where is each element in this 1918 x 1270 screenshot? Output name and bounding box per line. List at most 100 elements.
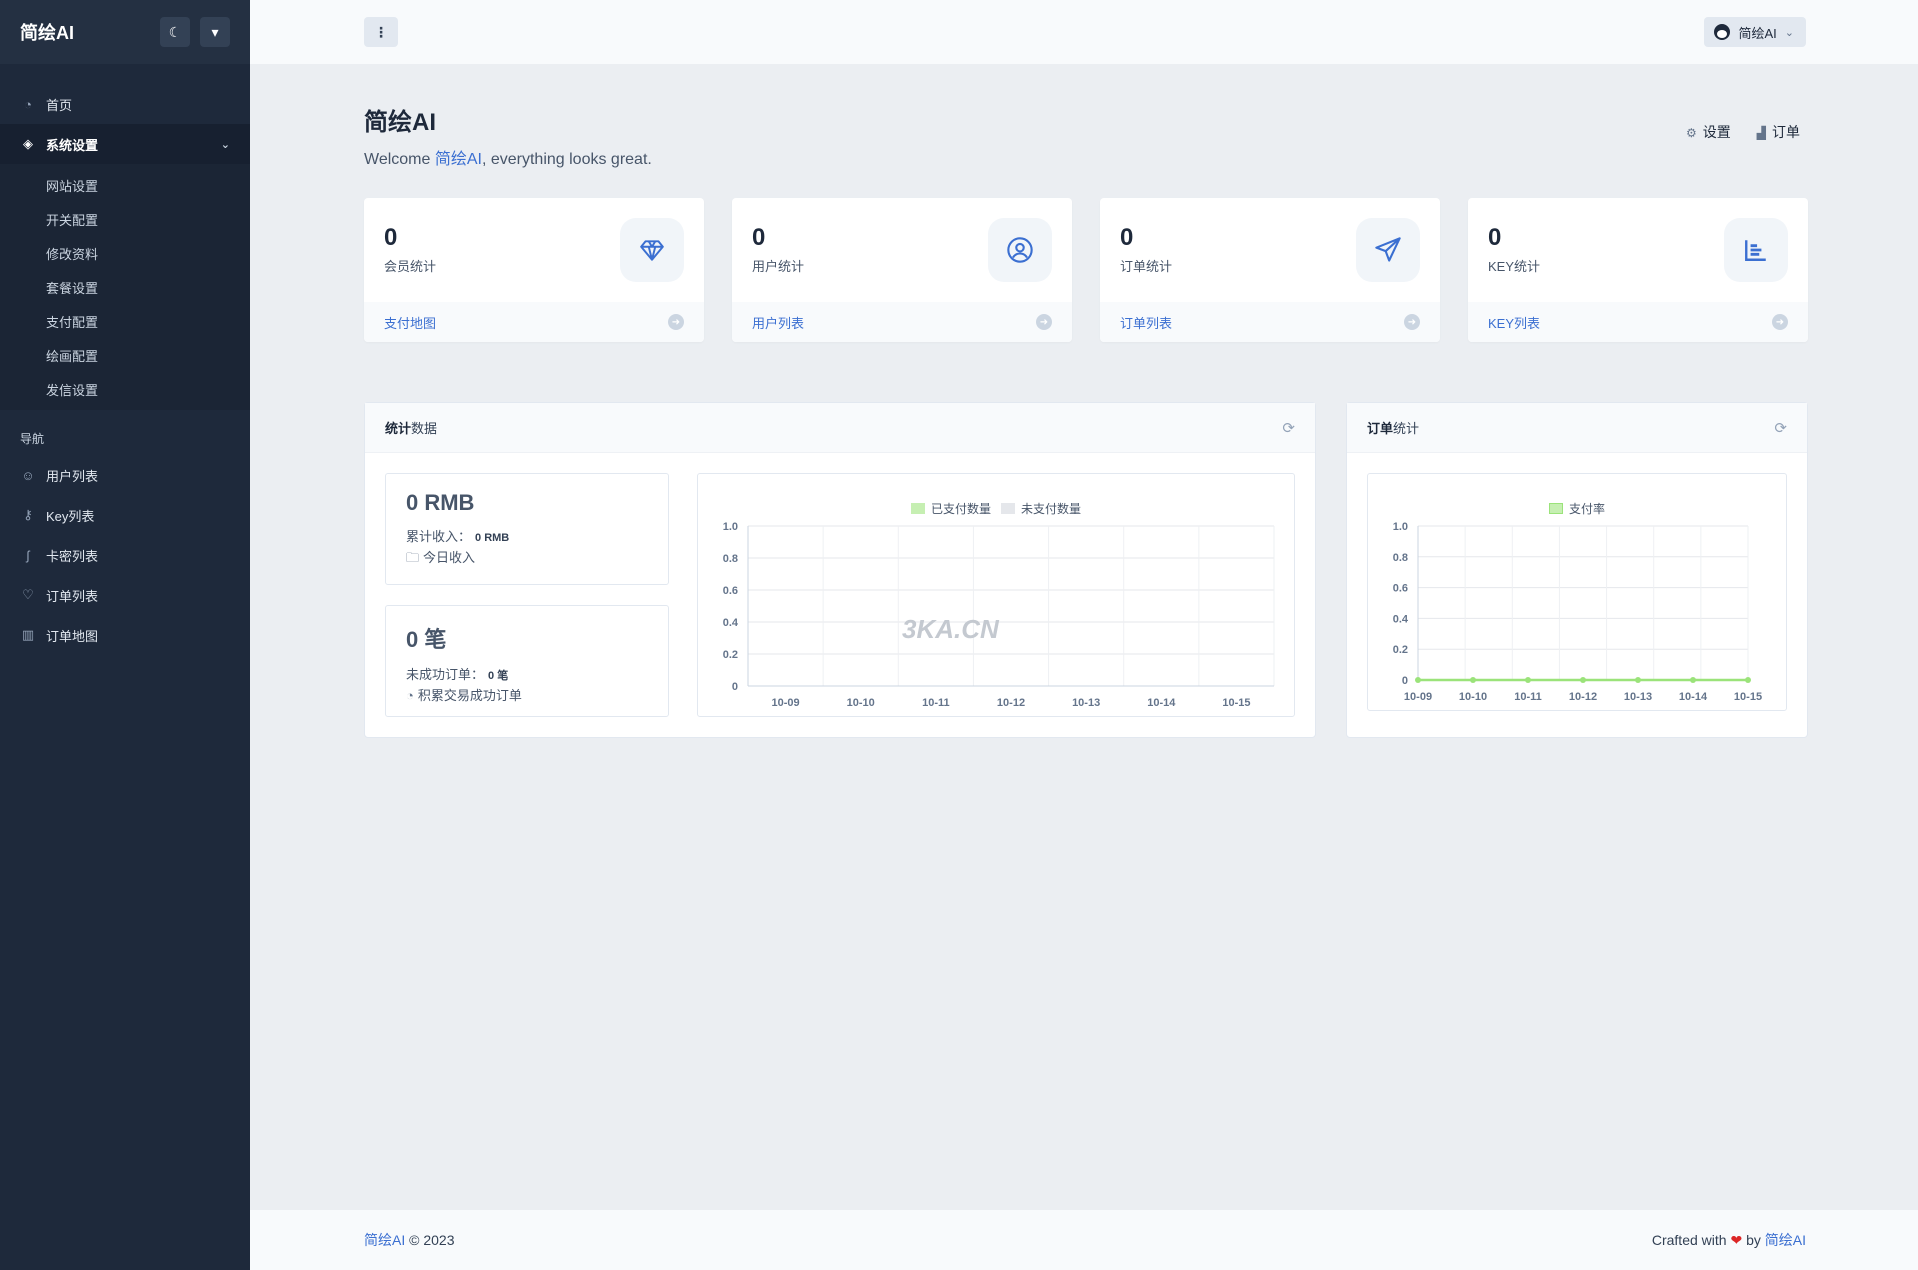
x-tick-label: 10-15 (1734, 691, 1762, 703)
user-dropdown[interactable]: 简绘AI ⌄ (1704, 17, 1806, 47)
chart-icon: ▟ (1756, 126, 1766, 140)
stat-link-order-list[interactable]: 订单列表 ➜ (1100, 302, 1440, 342)
legend-swatch-rate (1548, 503, 1563, 514)
legend-payment-rate[interactable]: 支付率 (1548, 500, 1605, 517)
submenu-item-website-settings[interactable]: 网站设置 (0, 168, 250, 202)
y-tick-label: 0.4 (723, 617, 739, 629)
x-tick-label: 10-14 (1679, 691, 1708, 703)
refresh-icon[interactable]: ⟳ (1282, 419, 1295, 437)
legend-paid-label: 已支付数量 (930, 502, 991, 516)
sidebar-item-home[interactable]: ◔ 首页 (0, 84, 250, 124)
footer-crafted: Crafted with (1651, 1232, 1727, 1248)
orders-success-label: 积累交易成功订单 (417, 688, 522, 703)
avatar (1714, 24, 1731, 40)
dark-mode-toggle[interactable]: ☾ (160, 17, 190, 47)
data-point (1580, 677, 1586, 683)
welcome-name-link[interactable]: 简绘AI (435, 151, 482, 168)
y-tick-label: 0.8 (1393, 552, 1408, 564)
submenu-item-drawing-config[interactable]: 绘画配置 (0, 338, 250, 372)
user-icon: ☺ (21, 467, 35, 483)
orders-link[interactable]: ▟ 订单 (1757, 122, 1800, 142)
header-links: ⚙ 设置 ▟ 订单 (1686, 122, 1800, 142)
stat-link-pay-map[interactable]: 支付地图 ➜ (364, 302, 704, 342)
submenu-item-mail-settings[interactable]: 发信设置 (0, 372, 250, 406)
stat-card-orders: 0 订单统计 订单列表 ➜ (1100, 198, 1440, 342)
panel-title-rest: 数据 (411, 421, 438, 436)
chart-legend: 支付率 (1368, 500, 1786, 517)
x-tick-label: 10-15 (1222, 697, 1250, 709)
legend-swatch-unpaid (1001, 503, 1015, 514)
y-tick-label: 1.0 (1393, 521, 1408, 533)
page-title: 简绘AI (364, 109, 436, 136)
legend-unpaid[interactable]: 未支付数量 (1001, 500, 1081, 517)
vertical-dots-icon: ⋮ (374, 23, 388, 40)
panel-header: 订单 统计 ⟳ (1347, 403, 1807, 453)
sidebar: 简绘AI ☾ ▾ ◔ 首页 ◈ 系统设置 ⌄ 网站设置 开关配置 修改资料 套餐… (0, 0, 250, 1270)
legend-rate-label: 支付率 (1568, 502, 1605, 516)
sidebar-item-label: 订单地图 (46, 628, 99, 644)
arrow-right-icon: ➜ (668, 314, 684, 330)
revenue-total: 累计收入： 0 RMB (406, 526, 648, 545)
stat-card-users: 0 用户统计 用户列表 ➜ (732, 198, 1072, 342)
user-circle-icon (988, 218, 1052, 282)
revenue-today-label: 今日收入 (423, 550, 476, 565)
orders-box: 0 笔 未成功订单： 0 笔 ◔ 积累交易成功订单 (385, 605, 669, 717)
revenue-value: 0 RMB (406, 490, 475, 515)
dashboard-icon: ◔ (24, 96, 32, 112)
sidebar-item-user-list[interactable]: ☺ 用户列表 (0, 455, 250, 495)
legend-swatch-paid (910, 503, 925, 514)
stat-link-user-list[interactable]: 用户列表 ➜ (732, 302, 1072, 342)
revenue-today: 🗀 今日收入 (406, 547, 648, 571)
gears-icon: ⚙ (1686, 126, 1697, 140)
stat-cards: 0 会员统计 支付地图 ➜ 0 用户统计 用户列表 ➜ 0 订单统计 订单列表 … (364, 198, 1808, 342)
footer-brand-link[interactable]: 简绘AI (364, 1230, 405, 1250)
chevron-down-icon: ⌄ (1784, 26, 1794, 39)
layers-icon: ◈ (23, 136, 33, 151)
legend-unpaid-label: 未支付数量 (1021, 502, 1082, 516)
sidebar-item-order-map[interactable]: ▥ 订单地图 (0, 615, 250, 655)
y-tick-label: 0.2 (1393, 644, 1408, 656)
chart-legend: 已支付数量 未支付数量 (698, 500, 1294, 517)
sidebar-item-label: 卡密列表 (46, 548, 99, 564)
x-tick-label: 10-14 (1147, 697, 1176, 709)
y-tick-label: 0.6 (1393, 583, 1408, 595)
card-icon: ʃ (26, 547, 30, 563)
orders-link-label: 订单 (1772, 124, 1800, 140)
sidebar-item-label: 系统设置 (46, 137, 99, 153)
sidebar-item-system-settings[interactable]: ◈ 系统设置 ⌄ (0, 124, 250, 164)
y-tick-label: 0 (1402, 675, 1408, 687)
theme-button[interactable]: ▾ (200, 17, 230, 47)
settings-link[interactable]: ⚙ 设置 (1686, 122, 1731, 142)
orders-failed-label: 未成功订单： (406, 667, 485, 682)
y-tick-label: 1.0 (723, 521, 738, 533)
sidebar-item-card-list[interactable]: ʃ 卡密列表 (0, 535, 250, 575)
data-point (1635, 677, 1641, 683)
heart-icon: ♡ (22, 587, 34, 602)
stat-link-key-list[interactable]: KEY列表 ➜ (1468, 302, 1808, 342)
x-tick-label: 10-09 (1404, 691, 1432, 703)
sidebar-item-order-list[interactable]: ♡ 订单列表 (0, 575, 250, 615)
orders-failed-value: 0 笔 (488, 670, 509, 682)
map-icon: ▥ (21, 627, 35, 642)
panel-title-bold: 统计 (385, 421, 412, 436)
revenue-total-value: 0 RMB (475, 532, 510, 544)
submenu-item-switch-config[interactable]: 开关配置 (0, 202, 250, 236)
topbar: ⋮ 简绘AI ⌄ (250, 0, 1918, 64)
sidebar-item-label: 首页 (46, 97, 73, 113)
legend-paid[interactable]: 已支付数量 (910, 500, 991, 517)
arrow-right-icon: ➜ (1036, 314, 1052, 330)
submenu-item-plan-settings[interactable]: 套餐设置 (0, 270, 250, 304)
data-point (1415, 677, 1421, 683)
data-point (1690, 677, 1696, 683)
sidebar-item-label: 订单列表 (46, 588, 99, 604)
sidebar-item-key-list[interactable]: ⚷ Key列表 (0, 495, 250, 535)
revenue-total-label: 累计收入： (406, 529, 472, 544)
footer-author-link[interactable]: 简绘AI (1765, 1232, 1806, 1248)
orders-value: 0 笔 (406, 627, 447, 652)
submenu-item-edit-profile[interactable]: 修改资料 (0, 236, 250, 270)
stat-link-label: KEY列表 (1488, 315, 1541, 331)
brand-logo[interactable]: 简绘AI (20, 19, 150, 45)
more-menu-button[interactable]: ⋮ (364, 17, 398, 47)
refresh-icon[interactable]: ⟳ (1774, 419, 1787, 437)
submenu-item-payment-config[interactable]: 支付配置 (0, 304, 250, 338)
